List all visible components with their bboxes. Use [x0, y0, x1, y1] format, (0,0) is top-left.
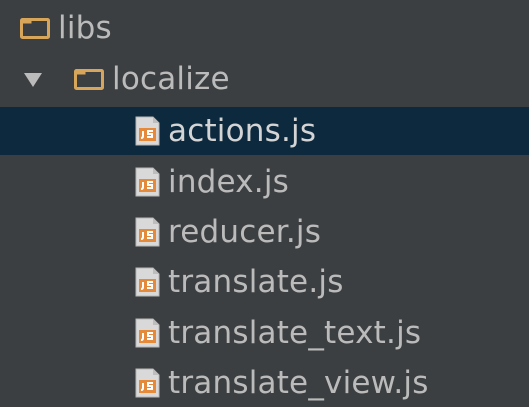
- tree-file-translate-text-js[interactable]: translate_text.js: [0, 309, 529, 357]
- file-label: index.js: [168, 164, 290, 200]
- folder-icon: [20, 16, 58, 40]
- file-label: translate_text.js: [168, 315, 422, 351]
- tree-node-localize[interactable]: localize: [0, 55, 529, 103]
- tree-file-translate-js[interactable]: translate.js: [0, 258, 529, 306]
- javascript-file-icon: [134, 317, 168, 349]
- localize-folder-label: localize: [112, 61, 230, 97]
- javascript-file-icon: [134, 115, 168, 147]
- tree-file-actions-js[interactable]: actions.js: [0, 107, 529, 155]
- libs-folder-label: libs: [58, 10, 112, 46]
- folder-icon: [74, 67, 112, 91]
- file-label: actions.js: [168, 113, 317, 149]
- tree-file-index-js[interactable]: index.js: [0, 158, 529, 206]
- tree-node-libs[interactable]: libs: [0, 4, 529, 52]
- tree-file-reducer-js[interactable]: reducer.js: [0, 208, 529, 256]
- javascript-file-icon: [134, 216, 168, 248]
- file-label: reducer.js: [168, 214, 322, 250]
- javascript-file-icon: [134, 266, 168, 298]
- file-label: translate_view.js: [168, 365, 429, 401]
- javascript-file-icon: [134, 367, 168, 399]
- project-tree: libs localize actions.js index.js reduce…: [0, 0, 529, 407]
- file-label: translate.js: [168, 264, 344, 300]
- javascript-file-icon: [134, 166, 168, 198]
- tree-file-translate-view-js[interactable]: translate_view.js: [0, 359, 529, 407]
